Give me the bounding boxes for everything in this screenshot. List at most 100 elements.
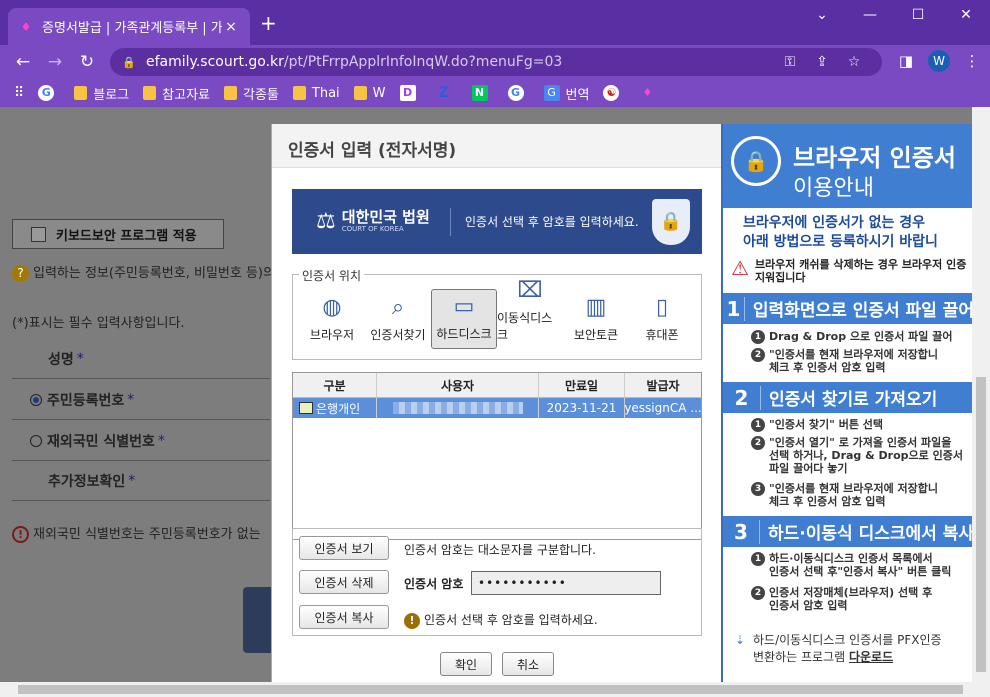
question-icon: ? bbox=[12, 265, 29, 282]
info-notice: ?입력하는 정보(주민등록번호, 비밀번호 등)의 bbox=[12, 262, 275, 282]
bookmark-z[interactable]: Z bbox=[436, 85, 458, 101]
field-rrn-row[interactable]: 주민등록번호* bbox=[12, 380, 270, 420]
radio-selected-icon[interactable] bbox=[30, 394, 42, 406]
folder-icon bbox=[74, 86, 87, 100]
exclamation-icon: ! bbox=[12, 526, 29, 543]
password-input[interactable]: ••••••••••• bbox=[471, 571, 661, 595]
folder-icon bbox=[354, 86, 367, 100]
side-panel-icon[interactable]: ◨ bbox=[890, 52, 922, 70]
folder-icon bbox=[143, 86, 156, 100]
bookmark-google-2[interactable]: G bbox=[508, 85, 530, 101]
toolbar-right: ◨ W ⋮ bbox=[890, 50, 988, 72]
horizontal-scrollbar[interactable] bbox=[0, 682, 990, 697]
bookmark-korea[interactable]: ☯ bbox=[603, 85, 625, 101]
warning-icon: ! bbox=[404, 613, 420, 629]
horizontal-scroll-thumb[interactable] bbox=[18, 685, 963, 694]
bookmark-w[interactable]: W bbox=[354, 86, 386, 101]
court-favicon-icon: ♦ bbox=[639, 85, 655, 101]
naver-icon: N bbox=[472, 85, 488, 101]
usb-icon: ⌧ bbox=[517, 279, 542, 303]
window-close-icon[interactable]: ✕ bbox=[942, 0, 990, 30]
bookmark-google[interactable]: G bbox=[38, 85, 60, 101]
folder-icon bbox=[224, 86, 237, 100]
bookmark-n[interactable]: N bbox=[472, 85, 494, 101]
z-logo-icon: Z bbox=[436, 85, 452, 101]
download-arrow-icon: ⇣ bbox=[735, 632, 745, 649]
google-icon: G bbox=[508, 85, 524, 101]
forward-arrow-icon[interactable]: → bbox=[44, 51, 66, 73]
monitor-icon: ▭ bbox=[454, 295, 475, 319]
taegeuk-icon: ☯ bbox=[603, 85, 619, 101]
bookmark-thai[interactable]: Thai bbox=[293, 86, 340, 101]
google-icon: G bbox=[38, 85, 54, 101]
submit-button-partial[interactable] bbox=[243, 587, 273, 653]
tab-close-icon[interactable]: × bbox=[222, 19, 240, 35]
radio-icon[interactable] bbox=[30, 435, 42, 447]
profile-avatar[interactable]: W bbox=[928, 50, 950, 72]
view-certificate-button[interactable]: 인증서 보기 bbox=[299, 536, 389, 560]
cancel-button[interactable]: 취소 bbox=[502, 652, 554, 676]
bookmark-blog[interactable]: 블로그 bbox=[74, 84, 129, 103]
warning-triangle-icon: ⚠ bbox=[731, 258, 749, 284]
field-foreign-row[interactable]: 재외국민 식별번호* bbox=[12, 421, 270, 461]
keyboard-security-checkbox[interactable]: 키보드보안 프로그램 적용 bbox=[12, 219, 224, 249]
guide-header: 🔒 브라우저 인증서 이용안내 bbox=[723, 124, 972, 208]
location-harddisk[interactable]: ▭하드디스크 bbox=[431, 289, 497, 349]
bookmark-star-icon[interactable]: ☆ bbox=[838, 54, 870, 70]
menu-kebab-icon[interactable]: ⋮ bbox=[956, 52, 988, 70]
guide-step2-item1: 1"인증서 찾기" 버튼 선택 bbox=[769, 418, 883, 431]
globe-icon: ◍ bbox=[322, 296, 341, 320]
browser-certificate-guide: 🔒 브라우저 인증서 이용안내 브라우저에 인증서가 없는 경우 아래 방법으로… bbox=[721, 124, 972, 682]
new-tab-button[interactable]: + bbox=[260, 13, 277, 33]
share-icon[interactable]: ⇪ bbox=[806, 54, 838, 70]
bookmark-translate[interactable]: G번역 bbox=[544, 84, 590, 103]
guide-warning: ⚠ 브라우저 캐쉬를 삭제하는 경우 브라우저 인증지워집니다 bbox=[723, 252, 972, 284]
restore-icon[interactable]: ☐ bbox=[894, 0, 942, 30]
certificate-actions-group: 인증서 보기 인증서 암호는 대소문자를 구분합니다. 인증서 삭제 인증서 암… bbox=[292, 528, 702, 636]
location-find[interactable]: ⌕인증서찾기 bbox=[365, 289, 431, 349]
address-bar[interactable]: 🔒 efamily.scourt.go.kr/pt/PtFrrpApplrInf… bbox=[110, 48, 882, 76]
location-browser[interactable]: ◍브라우저 bbox=[299, 289, 365, 349]
copy-certificate-button[interactable]: 인증서 복사 bbox=[299, 605, 389, 629]
back-arrow-icon[interactable]: ← bbox=[12, 51, 34, 73]
guide-step2-item3: 3"인증서를 현재 브라우저에 저장합니체크 후 인증서 암호 입력 bbox=[769, 482, 938, 508]
download-link[interactable]: 다운로드 bbox=[849, 650, 893, 664]
ok-button[interactable]: 확인 bbox=[440, 652, 492, 676]
browser-toolbar: ← → ↻ 🔒 efamily.scourt.go.kr/pt/PtFrrpAp… bbox=[0, 45, 990, 79]
location-removable[interactable]: ⌧이동식디스크 bbox=[497, 289, 563, 349]
globe-lock-icon: 🔒 bbox=[731, 136, 781, 186]
bookmark-court[interactable]: ♦ bbox=[639, 85, 661, 101]
translate-icon: G bbox=[544, 85, 560, 101]
url-text[interactable]: efamily.scourt.go.kr/pt/PtFrrpApplrInfoI… bbox=[146, 54, 774, 70]
guide-step-1: 1입력화면으로 인증서 파일 끌어 bbox=[723, 293, 972, 324]
phone-icon: ▯ bbox=[656, 296, 668, 320]
lock-icon[interactable]: 🔒 bbox=[122, 56, 136, 69]
window-controls: ⌄ — ☐ ✕ bbox=[798, 0, 990, 30]
delete-certificate-button[interactable]: 인증서 삭제 bbox=[299, 570, 389, 594]
vertical-scrollbar[interactable] bbox=[972, 107, 990, 682]
bookmark-d[interactable]: D bbox=[400, 85, 422, 101]
bookmark-tools[interactable]: 각종툴 bbox=[224, 84, 279, 103]
guide-step1-item1: 1Drag & Drop 으로 인증서 파일 끌어 bbox=[769, 330, 953, 343]
key-icon[interactable]: ⚿ bbox=[774, 54, 806, 70]
court-banner: ⚖ 대한민국 법원 COURT OF KOREA 인증서 선택 후 암호를 입력… bbox=[292, 189, 702, 254]
apps-grid-icon[interactable]: ⠿ bbox=[14, 85, 24, 101]
table-row[interactable]: 은행개인 2023-11-21 yessignCA ... bbox=[293, 398, 701, 418]
minimize-icon[interactable]: — bbox=[846, 0, 894, 30]
field-extra-row: 추가정보확인* bbox=[12, 461, 270, 501]
guide-step3-item2: 2인증서 저장매체(브라우저) 선택 후인증서 암호 입력 bbox=[769, 586, 932, 612]
field-name-row: 성명* bbox=[12, 339, 270, 379]
location-token[interactable]: ▥보안토큰 bbox=[563, 289, 629, 349]
reload-icon[interactable]: ↻ bbox=[76, 51, 98, 73]
bookmark-references[interactable]: 참고자료 bbox=[143, 84, 210, 103]
bookmarks-bar: ⠿ G 블로그 참고자료 각종툴 Thai W D Z N G G번역 ☯ ♦ bbox=[0, 79, 990, 107]
table-header: 구분 사용자 만료일 발급자 bbox=[293, 373, 701, 398]
vertical-scroll-thumb[interactable] bbox=[976, 377, 986, 672]
court-logo: ⚖ 대한민국 법원 COURT OF KOREA bbox=[292, 209, 450, 234]
location-phone[interactable]: ▯휴대폰 bbox=[629, 289, 695, 349]
browser-tab[interactable]: ♦ 증명서발급 | 가족관계등록부 | 가 × bbox=[8, 8, 250, 45]
tab-search-icon[interactable]: ⌄ bbox=[798, 0, 846, 30]
guide-step2-item2: 2"인증서 열기" 로 가져올 인증서 파일을선택 하거나, Drag & Dr… bbox=[769, 436, 963, 475]
certificate-dialog: 인증서 입력 (전자서명) ⚖ 대한민국 법원 COURT OF KOREA 인… bbox=[271, 124, 721, 682]
guide-step-2: 2인증서 찾기로 가져오기 bbox=[723, 382, 972, 413]
